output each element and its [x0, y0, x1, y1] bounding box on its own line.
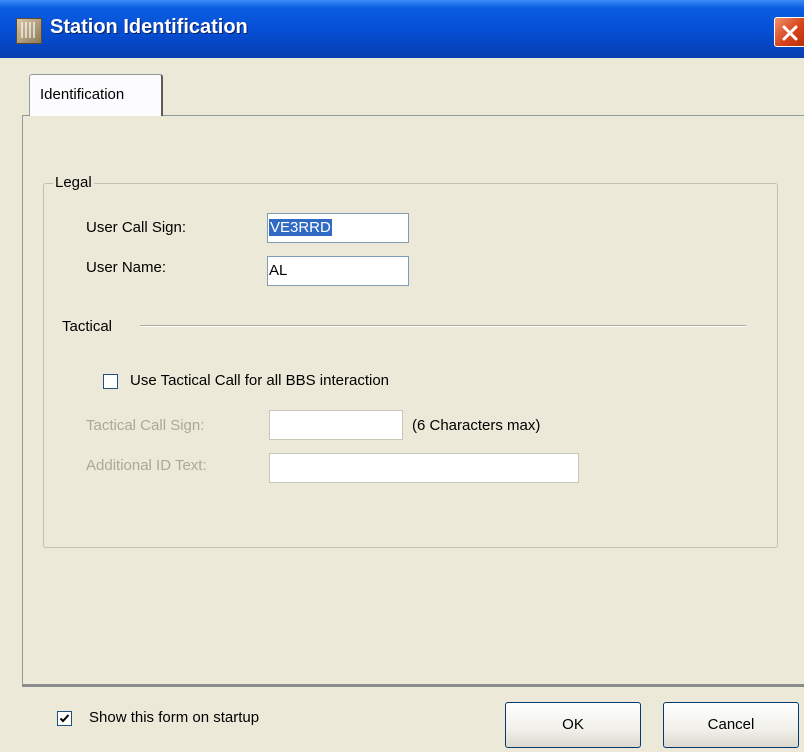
- legal-groupbox: [43, 183, 778, 548]
- close-button[interactable]: [774, 17, 804, 47]
- user-name-label: User Name:: [86, 259, 167, 276]
- tab-label: Identification: [40, 86, 125, 103]
- checkmark-icon: [59, 714, 70, 723]
- user-call-sign-value: VE3RRD: [269, 219, 332, 236]
- tactical-divider: [140, 325, 746, 327]
- tactical-call-sign-input[interactable]: [269, 410, 403, 440]
- tactical-group-label: Tactical: [62, 318, 113, 335]
- close-icon: [782, 25, 798, 41]
- user-name-value: AL: [269, 262, 288, 279]
- user-name-input[interactable]: AL: [267, 256, 409, 286]
- user-call-sign-input[interactable]: VE3RRD: [267, 213, 409, 243]
- user-call-sign-label: User Call Sign:: [86, 219, 187, 236]
- app-icon[interactable]: [16, 18, 42, 44]
- show-on-startup-checkbox[interactable]: [57, 711, 72, 726]
- use-tactical-checkbox[interactable]: [103, 374, 118, 389]
- show-on-startup-label[interactable]: Show this form on startup: [89, 709, 259, 726]
- panel-bottom-edge: [22, 684, 804, 687]
- tactical-call-sign-label: Tactical Call Sign:: [86, 417, 205, 434]
- tab-identification[interactable]: Identification: [29, 74, 163, 116]
- title-bar[interactable]: Station Identification: [0, 0, 804, 58]
- use-tactical-label[interactable]: Use Tactical Call for all BBS interactio…: [130, 372, 389, 389]
- tactical-call-sign-hint: (6 Characters max): [412, 417, 541, 434]
- additional-id-label: Additional ID Text:: [86, 457, 207, 474]
- additional-id-input[interactable]: [269, 453, 579, 483]
- ok-button[interactable]: OK: [505, 702, 641, 748]
- legal-group-label: Legal: [53, 174, 94, 191]
- cancel-button[interactable]: Cancel: [663, 702, 799, 748]
- window-title: Station Identification: [50, 16, 248, 38]
